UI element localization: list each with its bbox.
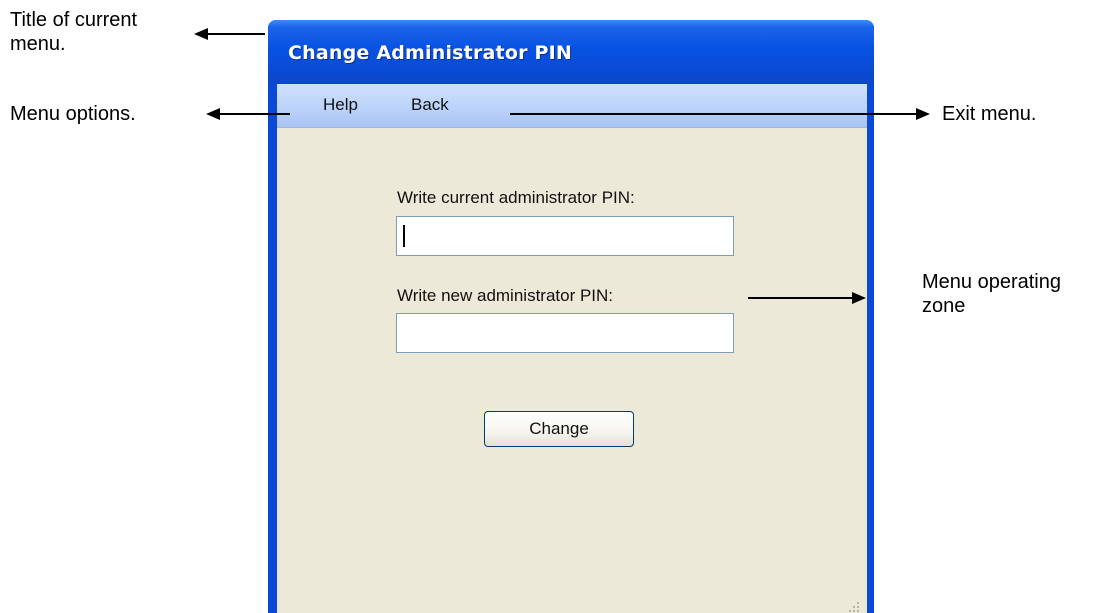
window-title: Change Administrator PIN [288, 42, 572, 64]
current-pin-input[interactable] [396, 216, 734, 256]
annotation-operating-zone-note: Menu operating zone [922, 271, 1061, 317]
menu-item-back[interactable]: Back [407, 93, 453, 117]
resize-grip-icon[interactable] [845, 598, 861, 613]
app-window: Change Administrator PIN Help Back Write… [268, 20, 874, 613]
annotation-exit-menu-note: Exit menu. [942, 103, 1037, 125]
menu-bar: Help Back [277, 84, 867, 128]
new-pin-label: Write new administrator PIN: [397, 286, 614, 305]
menu-operating-zone: Help Back Write current administrator PI… [277, 84, 867, 613]
documentation-figure: Title of current menu. Menu options. Exi… [0, 0, 1117, 613]
title-arrow-icon [194, 28, 265, 40]
change-button[interactable]: Change [484, 411, 634, 447]
annotation-title-note: Title of current menu. [10, 9, 138, 55]
text-caret [403, 225, 405, 247]
new-pin-input[interactable] [396, 313, 734, 353]
menu-item-help[interactable]: Help [319, 93, 362, 117]
window-titlebar[interactable]: Change Administrator PIN [268, 20, 874, 84]
annotation-menu-options-note: Menu options. [10, 103, 136, 125]
current-pin-label: Write current administrator PIN: [397, 188, 635, 207]
